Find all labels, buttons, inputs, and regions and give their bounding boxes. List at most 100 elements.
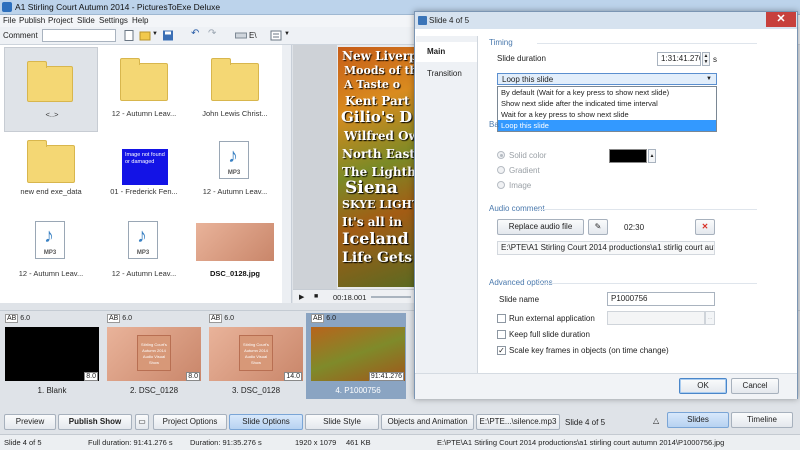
stop-icon[interactable]: ■ (314, 293, 323, 301)
music-note-icon: ♪ (228, 145, 238, 167)
preview-line: Gilio's D (341, 108, 413, 126)
publish-show-button[interactable]: Publish Show (58, 414, 132, 430)
playback-slider[interactable] (371, 296, 411, 298)
new-file-icon[interactable] (123, 30, 135, 41)
slides-tab[interactable]: Slides (667, 412, 729, 428)
open-folder-icon[interactable] (139, 30, 151, 41)
gradient-radio[interactable] (497, 166, 505, 174)
preview-line: A Taste o (344, 78, 401, 91)
slide-thumbnail[interactable]: AB 6.0 8.0 1. Blank (0, 313, 100, 399)
file-item[interactable]: new end exe_data (4, 135, 98, 220)
status-bar: Slide 4 of 5 Full duration: 91:41.276 s … (0, 434, 800, 450)
file-item[interactable]: 12 - Autumn Leav... (97, 47, 191, 132)
color-picker-arrow[interactable]: ▲ (648, 149, 656, 163)
slide-name-label: Slide name (499, 295, 540, 304)
project-icon[interactable]: ▭ (135, 414, 149, 430)
file-item[interactable]: ♪ MP3 12 - Autumn Leav... (4, 217, 98, 302)
duration-unit: s (713, 55, 717, 64)
view-dropdown-icon[interactable]: ▼ (284, 31, 290, 37)
file-name: 12 - Autumn Leav... (202, 187, 268, 196)
file-item[interactable]: DSC_0128.jpg (188, 217, 282, 302)
slide-style-button[interactable]: Slide Style (305, 414, 379, 430)
folder-icon (27, 140, 75, 183)
app-icon (2, 2, 12, 12)
cancel-button[interactable]: Cancel (731, 378, 779, 394)
title-card: Stirling Court's Autumn 2014 Audio Visua… (137, 335, 171, 371)
dropdown-option[interactable]: By default (Wait for a key press to show… (498, 87, 716, 98)
menu-publish[interactable]: Publish (19, 16, 45, 25)
menu-help[interactable]: Help (132, 16, 148, 25)
menu-file[interactable]: File (3, 16, 16, 25)
play-icon[interactable]: ▶ (299, 293, 308, 301)
duration-spinner[interactable]: ▲ ▼ (702, 52, 710, 66)
slide-mode-select[interactable]: Loop this slide ▼ (497, 73, 717, 85)
color-swatch[interactable] (609, 149, 647, 163)
dropdown-option[interactable]: Show next slide after the indicated time… (498, 98, 716, 109)
menu-project[interactable]: Project (48, 16, 73, 25)
file-item[interactable]: ♪ MP3 12 - Autumn Leav... (188, 135, 282, 220)
view-mode-icon[interactable] (270, 30, 282, 41)
section-background: Ba (489, 120, 499, 129)
image-thumbnail (196, 223, 274, 261)
preview-player: ▶ ■ 00:18.001 (293, 289, 415, 303)
menu-settings[interactable]: Settings (99, 16, 128, 25)
timeline-tab[interactable]: Timeline (731, 412, 793, 428)
file-name: 01 - Frederick Fen... (110, 187, 178, 196)
keep-full-duration-checkbox[interactable] (497, 330, 506, 339)
slide-name-input[interactable]: P1000756 (607, 292, 715, 306)
audio-path-field[interactable]: E:\PTE\A1 Stirling Court 2014 production… (497, 241, 715, 255)
file-item[interactable]: Image not found or damaged 01 - Frederic… (97, 135, 191, 220)
edit-audio-icon[interactable]: ✎ (588, 219, 608, 235)
file-name: 12 - Autumn Leav... (111, 109, 177, 118)
drive-icon[interactable] (235, 30, 247, 41)
slide-counter: Slide 4 of 5 (565, 418, 606, 427)
file-item-parent[interactable]: <..> (4, 47, 98, 132)
mp3-file-icon: ♪ MP3 (128, 221, 158, 259)
slide-duration-input[interactable]: 1:31:41.276 (657, 52, 701, 66)
nav-transition[interactable]: Transition (416, 64, 477, 84)
slide-caption: 4. P1000756 (335, 386, 381, 395)
preview-line: North East (342, 147, 415, 161)
preview-button[interactable]: Preview (4, 414, 56, 430)
slide-thumbnail[interactable]: AB 6.0 Stirling Court's Autumn 2014 Audi… (102, 313, 202, 399)
slide-thumbnail[interactable]: AB 6.0 Stirling Court's Autumn 2014 Audi… (204, 313, 304, 399)
solid-color-radio[interactable] (497, 151, 505, 159)
audio-length: 02:30 (624, 223, 645, 232)
menu-slide[interactable]: Slide (77, 16, 95, 25)
undo-icon[interactable]: ↶ (191, 28, 199, 39)
nav-main[interactable]: Main (416, 42, 477, 62)
scale-keyframes-checkbox[interactable]: ✓ (497, 346, 506, 355)
save-icon[interactable] (162, 30, 174, 41)
file-item[interactable]: ♪ MP3 12 - Autumn Leav... (97, 217, 191, 302)
preview-line: Kent Part (345, 94, 410, 108)
replace-audio-button[interactable]: Replace audio file (497, 219, 584, 235)
slide-duration: 8.0 (84, 372, 98, 381)
browse-app-button[interactable]: … (705, 311, 715, 325)
project-options-button[interactable]: Project Options (153, 414, 227, 430)
open-dropdown-icon[interactable]: ▼ (152, 31, 158, 37)
section-advanced: Advanced options (489, 278, 756, 287)
file-name: <..> (45, 110, 59, 119)
drive-label[interactable]: E\ (249, 31, 257, 40)
scale-keyframes-label: Scale key frames in objects (on time cha… (509, 346, 669, 355)
slide-caption: 2. DSC_0128 (129, 386, 179, 395)
dialog-content: Timing Slide duration 1:31:41.276 ▲ ▼ s L… (481, 32, 787, 372)
slide-options-button[interactable]: Slide Options (229, 414, 303, 430)
close-icon[interactable]: ✕ (766, 12, 796, 27)
file-item[interactable]: John Lewis Christ... (188, 47, 282, 132)
image-radio[interactable] (497, 181, 505, 189)
comment-input[interactable] (42, 29, 116, 42)
audio-file-button[interactable]: E:\PTE...\silence.mp3 (476, 414, 560, 430)
browser-scrollbar[interactable] (282, 45, 291, 303)
collapse-icon[interactable]: △ (653, 416, 659, 425)
bottom-toolbar: Preview Publish Show ▭ Project Options S… (0, 410, 800, 434)
ok-button[interactable]: OK (679, 378, 727, 394)
redo-icon[interactable]: ↷ (208, 28, 216, 39)
dropdown-option-selected[interactable]: Loop this slide (498, 120, 716, 131)
delete-audio-icon[interactable]: ✕ (695, 219, 715, 235)
run-external-checkbox[interactable] (497, 314, 506, 323)
slide-thumbnail-selected[interactable]: AB 6.0 91:41.276 4. P1000756 (306, 313, 406, 399)
objects-animation-button[interactable]: Objects and Animation (381, 414, 474, 430)
dropdown-option[interactable]: Wait for a key press to show next slide (498, 109, 716, 120)
slide-duration: 14.0 (284, 372, 302, 381)
